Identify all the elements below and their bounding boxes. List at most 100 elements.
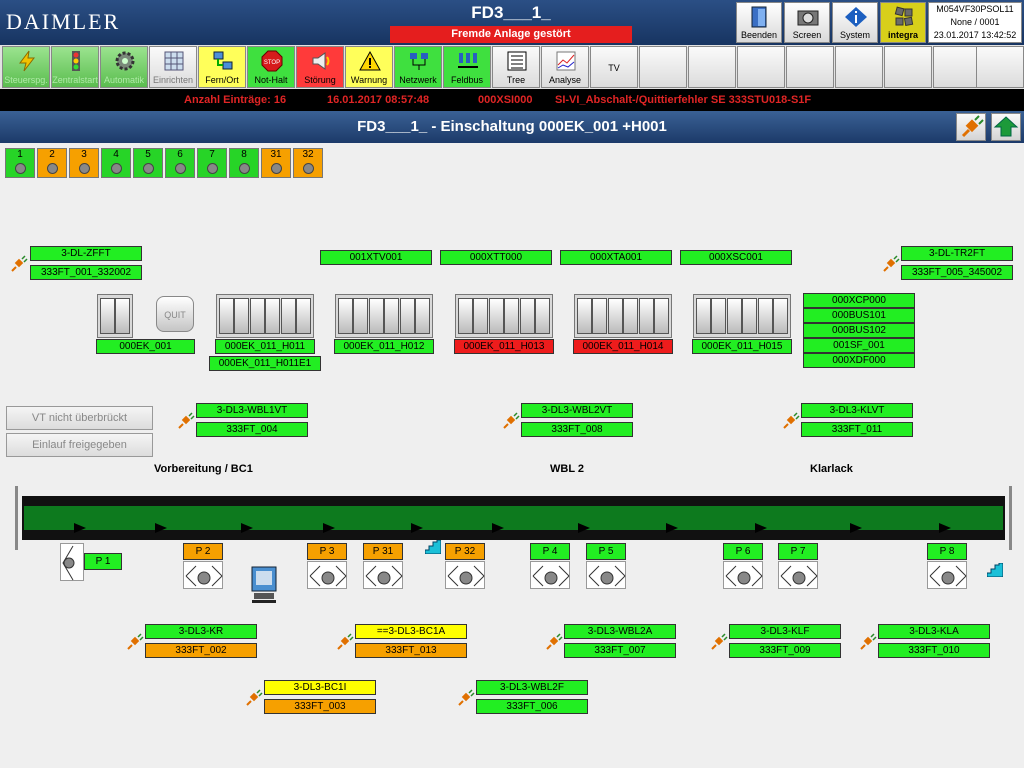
device-label-klvt[interactable]: 3-DL3-KLVT xyxy=(801,403,913,418)
device-label-zfft[interactable]: 3-DL-ZFFT xyxy=(30,246,142,261)
plug-icon[interactable] xyxy=(859,633,877,651)
position-label-p5[interactable]: P 5 xyxy=(586,543,626,560)
terminal-icon[interactable] xyxy=(250,566,278,604)
device-label-klf[interactable]: 3-DL3-KLF xyxy=(729,624,841,639)
device-label-wbl1vt-ft[interactable]: 333FT_004 xyxy=(196,422,308,437)
plug-button[interactable] xyxy=(956,113,986,141)
home-button[interactable] xyxy=(991,113,1021,141)
empty-function-slot[interactable] xyxy=(884,46,932,88)
cabinet-h012[interactable] xyxy=(335,294,433,338)
position-box-p8[interactable] xyxy=(927,561,967,589)
cabinet-h011[interactable] xyxy=(216,294,314,338)
cabinet-h015[interactable] xyxy=(693,294,791,338)
plug-icon[interactable] xyxy=(336,633,354,651)
tv-button[interactable]: TV xyxy=(590,46,638,88)
device-label-wbl2vt-ft[interactable]: 333FT_008 xyxy=(521,422,633,437)
feldbus-button[interactable]: Feldbus xyxy=(443,46,491,88)
position-box-p5[interactable] xyxy=(586,561,626,589)
quit-button[interactable]: QUIT xyxy=(156,296,194,332)
stack-label[interactable]: 001SF_001 xyxy=(803,338,915,353)
empty-function-slot[interactable] xyxy=(976,46,1024,88)
empty-function-slot[interactable] xyxy=(933,46,981,88)
station-button-1[interactable]: 1 xyxy=(5,148,35,178)
device-label-bc1a[interactable]: ==3-DL3-BC1A xyxy=(355,624,467,639)
stoerung-button[interactable]: Störung xyxy=(296,46,344,88)
position-box-p3[interactable] xyxy=(307,561,347,589)
device-label-bc1i-ft[interactable]: 333FT_003 xyxy=(264,699,376,714)
netzwerk-button[interactable]: Netzwerk xyxy=(394,46,442,88)
vt-status-button[interactable]: VT nicht überbrückt xyxy=(6,406,153,430)
plug-icon[interactable] xyxy=(502,412,520,430)
device-label-kla-ft[interactable]: 333FT_010 xyxy=(878,643,990,658)
fern-ort-button[interactable]: Fern/Ort xyxy=(198,46,246,88)
alarm-banner[interactable]: Fremde Anlage gestört xyxy=(390,26,632,43)
plug-icon[interactable] xyxy=(10,255,28,273)
warnung-button[interactable]: Warnung xyxy=(345,46,393,88)
not-halt-button[interactable]: STOP Not-Halt xyxy=(247,46,295,88)
position-box-p31[interactable] xyxy=(363,561,403,589)
position-label-p3[interactable]: P 3 xyxy=(307,543,347,560)
plug-icon[interactable] xyxy=(545,633,563,651)
position-label-p7[interactable]: P 7 xyxy=(778,543,818,560)
position-label-p1[interactable]: P 1 xyxy=(84,553,122,570)
einrichten-button[interactable]: Einrichten xyxy=(149,46,197,88)
device-label-xtv[interactable]: 001XTV001 xyxy=(320,250,432,265)
position-label-p8[interactable]: P 8 xyxy=(927,543,967,560)
empty-function-slot[interactable] xyxy=(786,46,834,88)
cabinet-label-h013[interactable]: 000EK_011_H013 xyxy=(454,339,554,354)
device-label-bc1a-ft[interactable]: 333FT_013 xyxy=(355,643,467,658)
station-button-3[interactable]: 3 xyxy=(69,148,99,178)
cabinet-label-h014[interactable]: 000EK_011_H014 xyxy=(573,339,673,354)
device-label-klf-ft[interactable]: 333FT_009 xyxy=(729,643,841,658)
position-label-p4[interactable]: P 4 xyxy=(530,543,570,560)
device-label-wbl2f-ft[interactable]: 333FT_006 xyxy=(476,699,588,714)
device-label-xtt[interactable]: 000XTT000 xyxy=(440,250,552,265)
device-label-klvt-ft[interactable]: 333FT_011 xyxy=(801,422,913,437)
cabinet-label-h015[interactable]: 000EK_011_H015 xyxy=(692,339,792,354)
message-bar[interactable]: Anzahl Einträge: 16 16.01.2017 08:57:48 … xyxy=(0,89,1024,111)
station-button-6[interactable]: 6 xyxy=(165,148,195,178)
position-box-p4[interactable] xyxy=(530,561,570,589)
empty-function-slot[interactable] xyxy=(737,46,785,88)
position-box-p6[interactable] xyxy=(723,561,763,589)
device-label-kla[interactable]: 3-DL3-KLA xyxy=(878,624,990,639)
plug-icon[interactable] xyxy=(457,689,475,707)
device-label-bc1i[interactable]: 3-DL3-BC1I xyxy=(264,680,376,695)
cabinet-label-h011[interactable]: 000EK_011_H011 xyxy=(215,339,315,354)
stack-label[interactable]: 000XDF000 xyxy=(803,353,915,368)
system-button[interactable]: System xyxy=(832,2,878,43)
device-label-wbl2vt[interactable]: 3-DL3-WBL2VT xyxy=(521,403,633,418)
stack-label[interactable]: 000BUS102 xyxy=(803,323,915,338)
station-button-8[interactable]: 8 xyxy=(229,148,259,178)
device-label-xsc[interactable]: 000XSC001 xyxy=(680,250,792,265)
plug-icon[interactable] xyxy=(245,689,263,707)
tree-button[interactable]: Tree xyxy=(492,46,540,88)
station-button-5[interactable]: 5 xyxy=(133,148,163,178)
einlauf-status-button[interactable]: Einlauf freigegeben xyxy=(6,433,153,457)
cabinet-ek001[interactable] xyxy=(97,294,133,338)
stack-label[interactable]: 000BUS101 xyxy=(803,308,915,323)
beenden-button[interactable]: Beenden xyxy=(736,2,782,43)
cabinet-label-ek001[interactable]: 000EK_001 xyxy=(96,339,195,354)
station-button-2[interactable]: 2 xyxy=(37,148,67,178)
station-button-7[interactable]: 7 xyxy=(197,148,227,178)
screen-button[interactable]: Screen xyxy=(784,2,830,43)
position-box-p2[interactable] xyxy=(183,561,223,589)
position-label-p31[interactable]: P 31 xyxy=(363,543,403,560)
device-label-kr[interactable]: 3-DL3-KR xyxy=(145,624,257,639)
station-button-4[interactable]: 4 xyxy=(101,148,131,178)
station-button-32[interactable]: 32 xyxy=(293,148,323,178)
empty-function-slot[interactable] xyxy=(835,46,883,88)
plug-icon[interactable] xyxy=(882,255,900,273)
device-label-kr-ft[interactable]: 333FT_002 xyxy=(145,643,257,658)
position-box-p32[interactable] xyxy=(445,561,485,589)
position-box-p7[interactable] xyxy=(778,561,818,589)
cabinet-label-h012[interactable]: 000EK_011_H012 xyxy=(334,339,434,354)
plug-icon[interactable] xyxy=(177,412,195,430)
device-label-wbl2f[interactable]: 3-DL3-WBL2F xyxy=(476,680,588,695)
plug-icon[interactable] xyxy=(126,633,144,651)
conveyor[interactable] xyxy=(22,496,1005,540)
plug-icon[interactable] xyxy=(710,633,728,651)
integra-button[interactable]: integra xyxy=(880,2,926,43)
zentralstart-button[interactable]: Zentralstart xyxy=(51,46,99,88)
